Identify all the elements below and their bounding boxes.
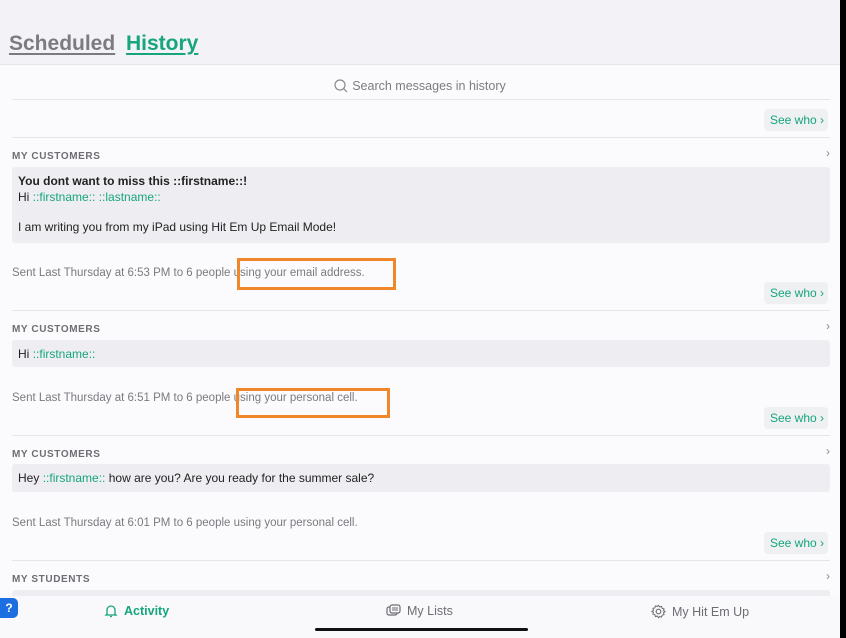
tab-my-hit-em-up[interactable]: My Hit Em Up — [651, 604, 749, 619]
message-body: I am writing you from my iPad using Hit … — [18, 220, 337, 234]
see-who-button[interactable]: See who › — [763, 407, 828, 429]
group-label: MY CUSTOMERS — [12, 449, 101, 460]
chat-list-icon — [386, 604, 401, 616]
greeting: Hi — [18, 347, 30, 361]
message-body: how are you? Are you ready for the summe… — [108, 471, 375, 485]
message-subject: You dont want to miss this ::firstname::… — [18, 174, 248, 188]
bell-icon — [104, 605, 118, 618]
tab-label: Activity — [124, 604, 170, 618]
sent-info: Sent Last Thursday at 6:01 PM to 6 peopl… — [12, 517, 358, 529]
highlight-box — [237, 258, 396, 290]
divider — [12, 137, 830, 138]
sent-text: Sent Last Thursday at 6:51 PM to 6 peopl… — [12, 392, 231, 404]
divider — [12, 99, 830, 100]
home-indicator — [315, 628, 528, 631]
tab-activity[interactable]: Activity — [104, 604, 169, 618]
tab-label: My Lists — [407, 604, 453, 618]
search-placeholder: Search messages in history — [352, 79, 506, 93]
merge-vars: ::firstname:: ::lastname:: — [32, 190, 161, 204]
message-bubble[interactable]: Hi ::firstname:: — [12, 340, 830, 367]
tab-history[interactable]: History — [126, 32, 198, 56]
tab-bar: Activity My Lists My Hit Em Up — [0, 596, 840, 638]
chevron-right-icon[interactable]: › — [826, 569, 830, 583]
divider — [12, 310, 830, 311]
tab-my-lists[interactable]: My Lists — [386, 604, 453, 618]
group-label: MY STUDENTS — [12, 574, 91, 585]
group-label: MY CUSTOMERS — [12, 324, 101, 335]
search-input[interactable]: Search messages in history — [0, 74, 840, 98]
divider — [12, 560, 830, 561]
greeting: Hey — [18, 471, 40, 485]
merge-vars: ::firstname:: — [42, 471, 106, 485]
sent-text: Sent Last Thursday at 6:53 PM to 6 peopl… — [12, 267, 231, 279]
see-who-button[interactable]: See who › — [763, 532, 828, 554]
sent-text: Sent Last Thursday at 6:01 PM to 6 peopl… — [12, 517, 231, 529]
greeting: Hi — [18, 190, 30, 204]
message-bubble[interactable]: Hey ::firstname:: how are you? Are you r… — [12, 464, 830, 492]
highlight-box — [236, 388, 390, 418]
see-who-button[interactable]: See who › — [763, 109, 828, 131]
chevron-right-icon[interactable]: › — [826, 146, 830, 160]
header: Scheduled History — [0, 0, 840, 65]
search-icon — [334, 79, 348, 93]
tab-label: My Hit Em Up — [672, 604, 750, 619]
group-label: MY CUSTOMERS — [12, 151, 101, 162]
merge-vars: ::firstname:: — [32, 347, 96, 361]
help-button[interactable]: ? — [0, 598, 18, 618]
chevron-right-icon[interactable]: › — [826, 319, 830, 333]
see-who-button[interactable]: See who › — [763, 282, 828, 304]
tab-scheduled[interactable]: Scheduled — [9, 32, 115, 56]
chevron-right-icon[interactable]: › — [826, 444, 830, 458]
gear-icon — [651, 604, 666, 619]
divider — [12, 435, 830, 436]
message-bubble[interactable]: You dont want to miss this ::firstname::… — [12, 167, 830, 243]
app: Scheduled History Search messages in his… — [0, 0, 840, 638]
sent-via: using your personal cell. — [230, 517, 358, 529]
